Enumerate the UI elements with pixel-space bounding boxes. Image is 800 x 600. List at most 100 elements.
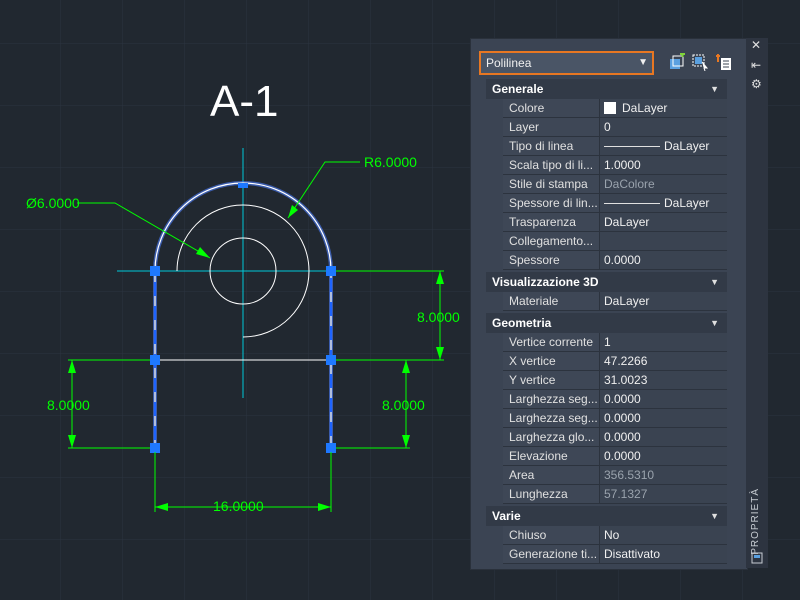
property-value-text: DaLayer <box>622 101 668 115</box>
property-row[interactable]: Larghezza seg... 0.0000 <box>503 390 727 409</box>
object-type-value: Polilinea <box>486 56 532 70</box>
property-value[interactable]: DaLayer <box>599 137 727 155</box>
property-value[interactable]: 0.0000 <box>599 251 727 269</box>
select-objects-icon[interactable] <box>691 53 709 71</box>
category-varie[interactable]: Varie ▼ <box>486 506 727 526</box>
property-value-text: 57.1327 <box>604 487 648 501</box>
property-value[interactable]: 47.2266 <box>599 352 727 370</box>
property-name: Y vertice <box>503 371 599 389</box>
property-value-text: DaColore <box>604 177 655 191</box>
property-value[interactable]: Disattivato <box>599 545 727 563</box>
property-value[interactable]: DaLayer <box>599 292 727 310</box>
property-value-text: 0.0000 <box>604 449 641 463</box>
property-row[interactable]: Area 356.5310 <box>503 466 727 485</box>
property-row[interactable]: Collegamento... <box>503 232 727 251</box>
property-value[interactable]: 0.0000 <box>599 447 727 465</box>
property-row[interactable]: Vertice corrente 1 <box>503 333 727 352</box>
property-row[interactable]: Spessore 0.0000 <box>503 251 727 270</box>
property-value[interactable]: 0.0000 <box>599 409 727 427</box>
quick-select-icon[interactable] <box>668 53 686 71</box>
property-value-text: DaLayer <box>664 139 710 153</box>
property-value[interactable]: No <box>599 526 727 544</box>
property-value[interactable]: 1 <box>599 333 727 351</box>
collapse-chevron-icon[interactable]: ▼ <box>710 313 719 333</box>
property-value[interactable]: 0 <box>599 118 727 136</box>
property-value-text: 0.0000 <box>604 411 641 425</box>
property-row[interactable]: Y vertice 31.0023 <box>503 371 727 390</box>
property-value[interactable]: 0.0000 <box>599 390 727 408</box>
property-value[interactable]: DaLayer <box>599 213 727 231</box>
collapse-chevron-icon[interactable]: ▼ <box>710 506 719 526</box>
property-row[interactable]: Layer 0 <box>503 118 727 137</box>
object-type-select[interactable]: Polilinea ▼ <box>479 51 654 75</box>
property-name: Trasparenza <box>503 213 599 231</box>
toggle-pickadd-icon[interactable] <box>715 53 733 71</box>
property-value-text: Disattivato <box>604 547 661 561</box>
property-name: Area <box>503 466 599 484</box>
category-label: Visualizzazione 3D <box>492 275 599 289</box>
diameter-dim-label: Ø6.0000 <box>26 195 80 211</box>
property-name: Vertice corrente <box>503 333 599 351</box>
property-value[interactable]: 0.0000 <box>599 428 727 446</box>
category-label: Varie <box>492 509 521 523</box>
property-name: Chiuso <box>503 526 599 544</box>
collapse-chevron-icon[interactable]: ▼ <box>710 272 719 292</box>
property-value[interactable] <box>599 232 727 250</box>
auto-hide-icon[interactable]: ⇤ <box>751 58 761 72</box>
property-row[interactable]: Chiuso No <box>503 526 727 545</box>
property-row[interactable]: Lunghezza 57.1327 <box>503 485 727 504</box>
property-value-text: 47.2266 <box>604 354 648 368</box>
property-value-text: 31.0023 <box>604 373 648 387</box>
property-row[interactable]: Larghezza seg... 0.0000 <box>503 409 727 428</box>
property-value-text: 0.0000 <box>604 392 641 406</box>
properties-list: Generale ▼ Colore DaLayer Layer 0 Tipo di line… <box>486 79 727 569</box>
drawing-title: A-1 <box>210 77 278 126</box>
collapse-chevron-icon[interactable]: ▼ <box>710 79 719 99</box>
property-name: Materiale <box>503 292 599 310</box>
property-value-text: 1.0000 <box>604 158 641 172</box>
linetype-preview <box>604 146 660 147</box>
property-value-text: 1 <box>604 335 611 349</box>
property-row[interactable]: Colore DaLayer <box>503 99 727 118</box>
settings-icon[interactable]: ⚙ <box>751 77 762 91</box>
property-row[interactable]: Elevazione 0.0000 <box>503 447 727 466</box>
property-row[interactable]: Generazione ti... Disattivato <box>503 545 727 564</box>
property-value-text: 0 <box>604 120 611 134</box>
radius-dim-label: R6.0000 <box>364 154 417 170</box>
property-value-text: 0.0000 <box>604 253 641 267</box>
property-value-text: DaLayer <box>604 215 650 229</box>
close-icon[interactable]: ✕ <box>751 38 761 52</box>
palette-icon <box>751 552 763 564</box>
property-name: X vertice <box>503 352 599 370</box>
category-visualizzazione-3d[interactable]: Visualizzazione 3D ▼ <box>486 272 727 292</box>
property-name: Layer <box>503 118 599 136</box>
property-row[interactable]: Tipo di linea DaLayer <box>503 137 727 156</box>
property-value[interactable]: DaColore <box>599 175 727 193</box>
property-row[interactable]: Larghezza glo... 0.0000 <box>503 428 727 447</box>
property-value[interactable]: 31.0023 <box>599 371 727 389</box>
linetype-preview <box>604 203 660 204</box>
property-row[interactable]: Spessore di lin... DaLayer <box>503 194 727 213</box>
property-value-text: 356.5310 <box>604 468 655 482</box>
property-row[interactable]: Trasparenza DaLayer <box>503 213 727 232</box>
property-name: Larghezza seg... <box>503 390 599 408</box>
category-generale[interactable]: Generale ▼ <box>486 79 727 99</box>
property-row[interactable]: Stile di stampa DaColore <box>503 175 727 194</box>
property-name: Elevazione <box>503 447 599 465</box>
property-value[interactable]: DaLayer <box>599 99 727 117</box>
property-row[interactable]: Materiale DaLayer <box>503 292 727 311</box>
right-upper-dim-label: 8.0000 <box>417 309 460 325</box>
property-value[interactable]: 57.1327 <box>599 485 727 503</box>
property-row[interactable]: Scala tipo di li... 1.0000 <box>503 156 727 175</box>
property-value[interactable]: 356.5310 <box>599 466 727 484</box>
property-name: Scala tipo di li... <box>503 156 599 174</box>
palette-title-bar[interactable]: ✕ ⇤ ⚙ PROPRIETÀ <box>746 38 768 568</box>
property-value[interactable]: 1.0000 <box>599 156 727 174</box>
property-row[interactable]: X vertice 47.2266 <box>503 352 727 371</box>
property-name: Colore <box>503 99 599 117</box>
property-value[interactable]: DaLayer <box>599 194 727 212</box>
property-value-text: DaLayer <box>664 196 710 210</box>
property-name: Generazione ti... <box>503 545 599 563</box>
category-geometria[interactable]: Geometria ▼ <box>486 313 727 333</box>
chevron-down-icon: ▼ <box>638 57 648 68</box>
